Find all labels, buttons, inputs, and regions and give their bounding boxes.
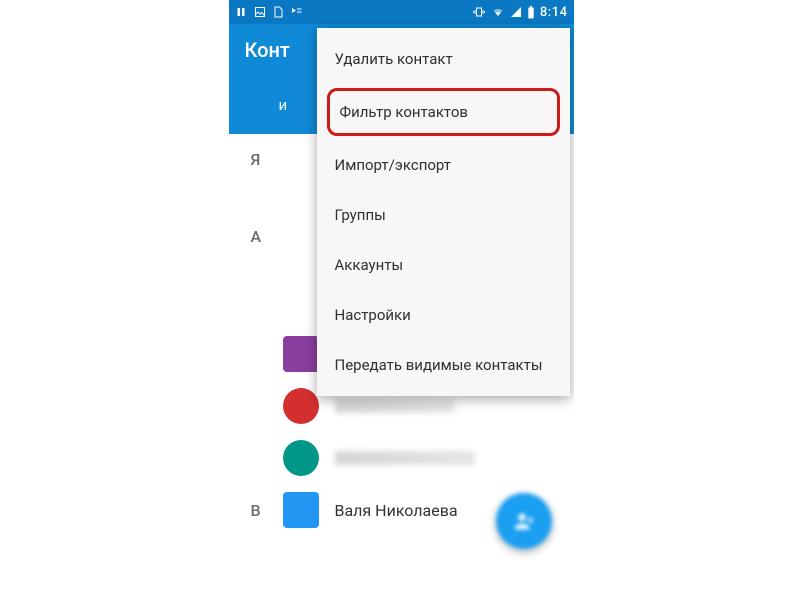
menu-groups[interactable]: Группы bbox=[317, 190, 570, 240]
contact-name-blurred bbox=[335, 451, 475, 465]
pause-icon bbox=[235, 6, 247, 18]
menu-share-visible-contacts[interactable]: Передать видимые контакты bbox=[317, 340, 570, 390]
vibrate-icon bbox=[472, 6, 486, 18]
menu-import-export[interactable]: Импорт/экспорт bbox=[317, 140, 570, 190]
contact-row[interactable]: Валя Николаева bbox=[283, 484, 474, 536]
status-left bbox=[235, 6, 303, 18]
avatar bbox=[283, 440, 319, 476]
contact-name: Валя Николаева bbox=[335, 501, 458, 520]
menu-accounts[interactable]: Аккаунты bbox=[317, 240, 570, 290]
contact-name-blurred bbox=[335, 399, 455, 413]
add-contact-fab[interactable] bbox=[496, 493, 552, 549]
avatar bbox=[283, 492, 319, 528]
menu-settings[interactable]: Настройки bbox=[317, 290, 570, 340]
phone-frame: 8:14 Конт и Я А B Валя Николаева bbox=[229, 0, 574, 591]
contact-row[interactable] bbox=[229, 432, 574, 484]
status-right: 8:14 bbox=[472, 5, 568, 20]
section-letter: B bbox=[229, 493, 283, 528]
image-icon bbox=[254, 6, 266, 18]
menu-filter-contacts[interactable]: Фильтр контактов bbox=[327, 88, 560, 136]
avatar bbox=[283, 388, 319, 424]
app-subtitle-partial: и bbox=[279, 96, 288, 114]
battery-icon bbox=[527, 6, 535, 19]
menu-delete-contact[interactable]: Удалить контакт bbox=[317, 34, 570, 84]
status-bar: 8:14 bbox=[229, 0, 574, 24]
wifi-icon bbox=[491, 6, 505, 18]
play-queue-icon bbox=[290, 6, 303, 18]
clock: 8:14 bbox=[540, 5, 568, 20]
signal-icon bbox=[510, 6, 522, 18]
sim-icon bbox=[273, 6, 283, 18]
avatar bbox=[283, 336, 319, 372]
overflow-menu: Удалить контакт Фильтр контактов Импорт/… bbox=[317, 28, 570, 396]
